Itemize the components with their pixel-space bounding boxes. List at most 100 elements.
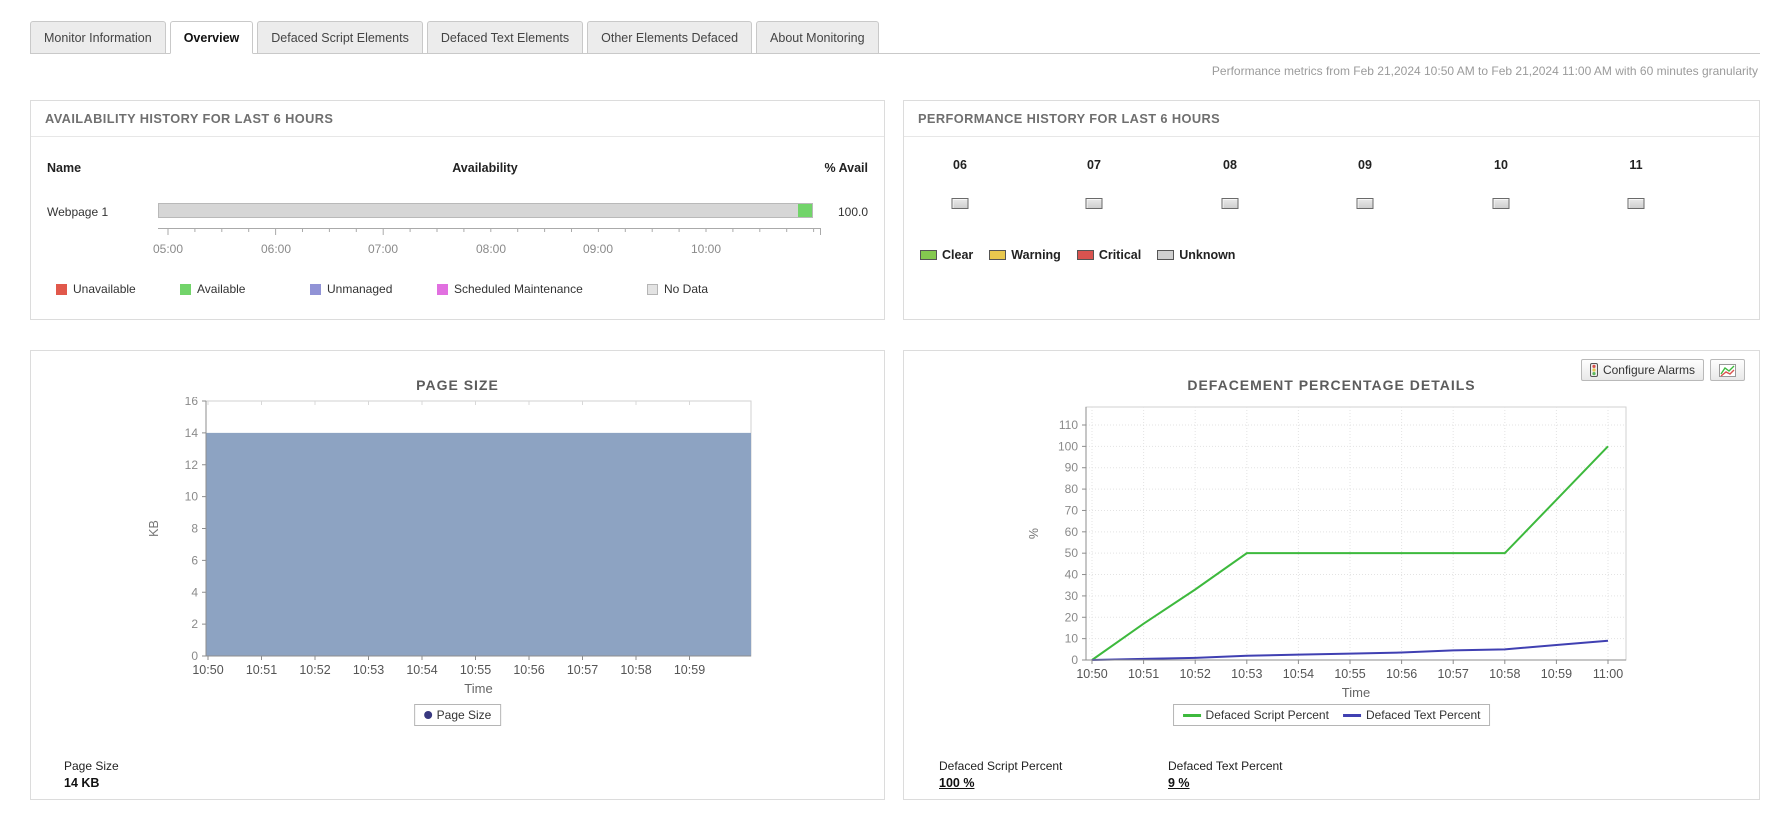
svg-text:10:57: 10:57 <box>567 663 598 677</box>
svg-text:50: 50 <box>1065 546 1079 560</box>
availability-panel-title: AVAILABILITY HISTORY FOR LAST 6 HOURS <box>31 101 884 137</box>
text-percent-line-icon <box>1342 713 1361 717</box>
clear-swatch-icon <box>920 250 937 260</box>
defacement-percentage-panel: Configure Alarms DEFACEMENT PERCENTAGE D… <box>903 350 1760 800</box>
svg-text:KB: KB <box>147 520 161 537</box>
svg-text:10:55: 10:55 <box>460 663 491 677</box>
performance-hour-column: 07 <box>1085 158 1103 212</box>
performance-hour-column: 11 <box>1627 158 1645 212</box>
svg-text:10: 10 <box>1065 632 1079 646</box>
svg-text:0: 0 <box>191 649 198 663</box>
svg-text:40: 40 <box>1065 568 1079 582</box>
critical-swatch-icon <box>1076 250 1094 260</box>
svg-text:30: 30 <box>1065 589 1079 603</box>
legend-item-defaced-script-percent: Defaced Script Percent <box>1182 708 1329 722</box>
hour-label: 10 <box>1494 158 1508 172</box>
svg-text:110: 110 <box>1059 418 1078 432</box>
performance-history-panel: PERFORMANCE HISTORY FOR LAST 6 HOURS 06 … <box>903 100 1760 320</box>
performance-hour-column: 10 <box>1492 158 1510 212</box>
time-tick: 10:00 <box>690 242 722 256</box>
svg-text:0: 0 <box>1071 653 1078 667</box>
unknown-status-icon[interactable] <box>1356 198 1374 209</box>
legend-label: Available <box>197 282 246 296</box>
line-chart-icon <box>1719 363 1736 377</box>
svg-text:8: 8 <box>191 522 198 536</box>
tab-monitor-information[interactable]: Monitor Information <box>30 21 166 54</box>
configure-alarms-label: Configure Alarms <box>1602 363 1695 377</box>
legend-label: Page Size <box>436 708 492 722</box>
configure-alarms-button[interactable]: Configure Alarms <box>1580 359 1704 381</box>
column-header-availability: Availability <box>452 161 518 175</box>
svg-text:10:58: 10:58 <box>620 663 651 677</box>
svg-text:90: 90 <box>1065 461 1079 475</box>
time-tick: 07:00 <box>367 242 399 256</box>
column-header-name: Name <box>47 161 82 175</box>
legend-label: Scheduled Maintenance <box>454 282 583 296</box>
defaced-text-percent-link[interactable]: 9 % <box>1168 776 1190 790</box>
svg-text:10:54: 10:54 <box>406 663 437 677</box>
tab-bar: Monitor Information Overview Defaced Scr… <box>30 18 1760 54</box>
legend-item-page-size: Page Size <box>423 708 492 722</box>
tab-defaced-script-elements[interactable]: Defaced Script Elements <box>257 21 423 54</box>
availability-segment-available <box>797 204 812 217</box>
unmanaged-swatch-icon <box>310 283 321 295</box>
unknown-status-icon[interactable] <box>1627 198 1645 209</box>
stat-label: Defaced Script Percent <box>939 759 1063 773</box>
svg-text:10:54: 10:54 <box>1283 667 1314 681</box>
performance-hour-column: 09 <box>1356 158 1374 212</box>
legend-item-unmanaged: Unmanaged <box>310 282 392 296</box>
unknown-status-icon[interactable] <box>951 198 969 209</box>
legend-label: Warning <box>1011 248 1061 262</box>
unknown-swatch-icon <box>1157 250 1175 260</box>
performance-legend: Clear Warning Critical Unknown <box>920 248 1235 262</box>
page-size-chart-legend: Page Size <box>413 704 502 726</box>
legend-item-clear: Clear <box>920 248 973 262</box>
chart-settings-button[interactable] <box>1710 359 1745 381</box>
svg-text:60: 60 <box>1065 525 1079 539</box>
tab-defaced-text-elements[interactable]: Defaced Text Elements <box>426 21 584 54</box>
defaced-script-percent-link[interactable]: 100 % <box>939 776 974 790</box>
metrics-granularity-note: Performance metrics from Feb 21,2024 10:… <box>1211 64 1758 78</box>
page-size-stat: Page Size 14 KB <box>64 759 119 790</box>
available-swatch-icon <box>180 283 191 295</box>
defaced-text-percent-stat: Defaced Text Percent 9 % <box>1168 759 1283 790</box>
defacement-chart-legend: Defaced Script Percent Defaced Text Perc… <box>1172 704 1491 726</box>
svg-text:6: 6 <box>191 553 198 567</box>
chart-action-buttons: Configure Alarms <box>1580 359 1745 381</box>
availability-percent-value: 100.0 <box>837 205 868 219</box>
legend-label: Defaced Script Percent <box>1205 708 1329 722</box>
svg-text:10:59: 10:59 <box>674 663 705 677</box>
unknown-status-icon[interactable] <box>1085 198 1103 209</box>
page-size-chart-title: PAGE SIZE <box>416 377 499 393</box>
svg-text:70: 70 <box>1065 503 1079 517</box>
svg-text:10: 10 <box>185 490 199 504</box>
tab-other-elements-defaced[interactable]: Other Elements Defaced <box>587 21 753 54</box>
warning-swatch-icon <box>989 250 1007 260</box>
monitor-name: Webpage 1 <box>47 205 109 219</box>
tab-overview[interactable]: Overview <box>169 21 254 54</box>
svg-text:16: 16 <box>185 397 199 408</box>
svg-text:10:53: 10:53 <box>1231 667 1262 681</box>
stat-value: 14 KB <box>64 776 100 790</box>
legend-item-scheduled-maintenance: Scheduled Maintenance <box>437 282 583 296</box>
svg-text:10:56: 10:56 <box>513 663 544 677</box>
unknown-status-icon[interactable] <box>1221 198 1239 209</box>
script-percent-line-icon <box>1182 713 1201 717</box>
time-tick: 08:00 <box>475 242 507 256</box>
page-size-chart: 0 2 4 6 8 10 12 14 16 10:50 10:51 10:52 10:53 10:54 10… <box>147 397 752 696</box>
svg-text:14: 14 <box>185 426 199 440</box>
svg-text:20: 20 <box>1065 610 1079 624</box>
unavailable-swatch-icon <box>56 283 67 295</box>
time-tick: 09:00 <box>582 242 614 256</box>
unknown-status-icon[interactable] <box>1492 198 1510 209</box>
svg-text:10:57: 10:57 <box>1438 667 1469 681</box>
svg-text:%: % <box>1027 528 1041 539</box>
hour-label: 08 <box>1223 158 1237 172</box>
svg-text:10:51: 10:51 <box>1128 667 1159 681</box>
availability-history-panel: AVAILABILITY HISTORY FOR LAST 6 HOURS Na… <box>30 100 885 320</box>
svg-text:4: 4 <box>191 585 198 599</box>
legend-item-no-data: No Data <box>647 282 708 296</box>
tab-about-monitoring[interactable]: About Monitoring <box>756 21 879 54</box>
legend-item-available: Available <box>180 282 245 296</box>
legend-label: Unmanaged <box>327 282 393 296</box>
